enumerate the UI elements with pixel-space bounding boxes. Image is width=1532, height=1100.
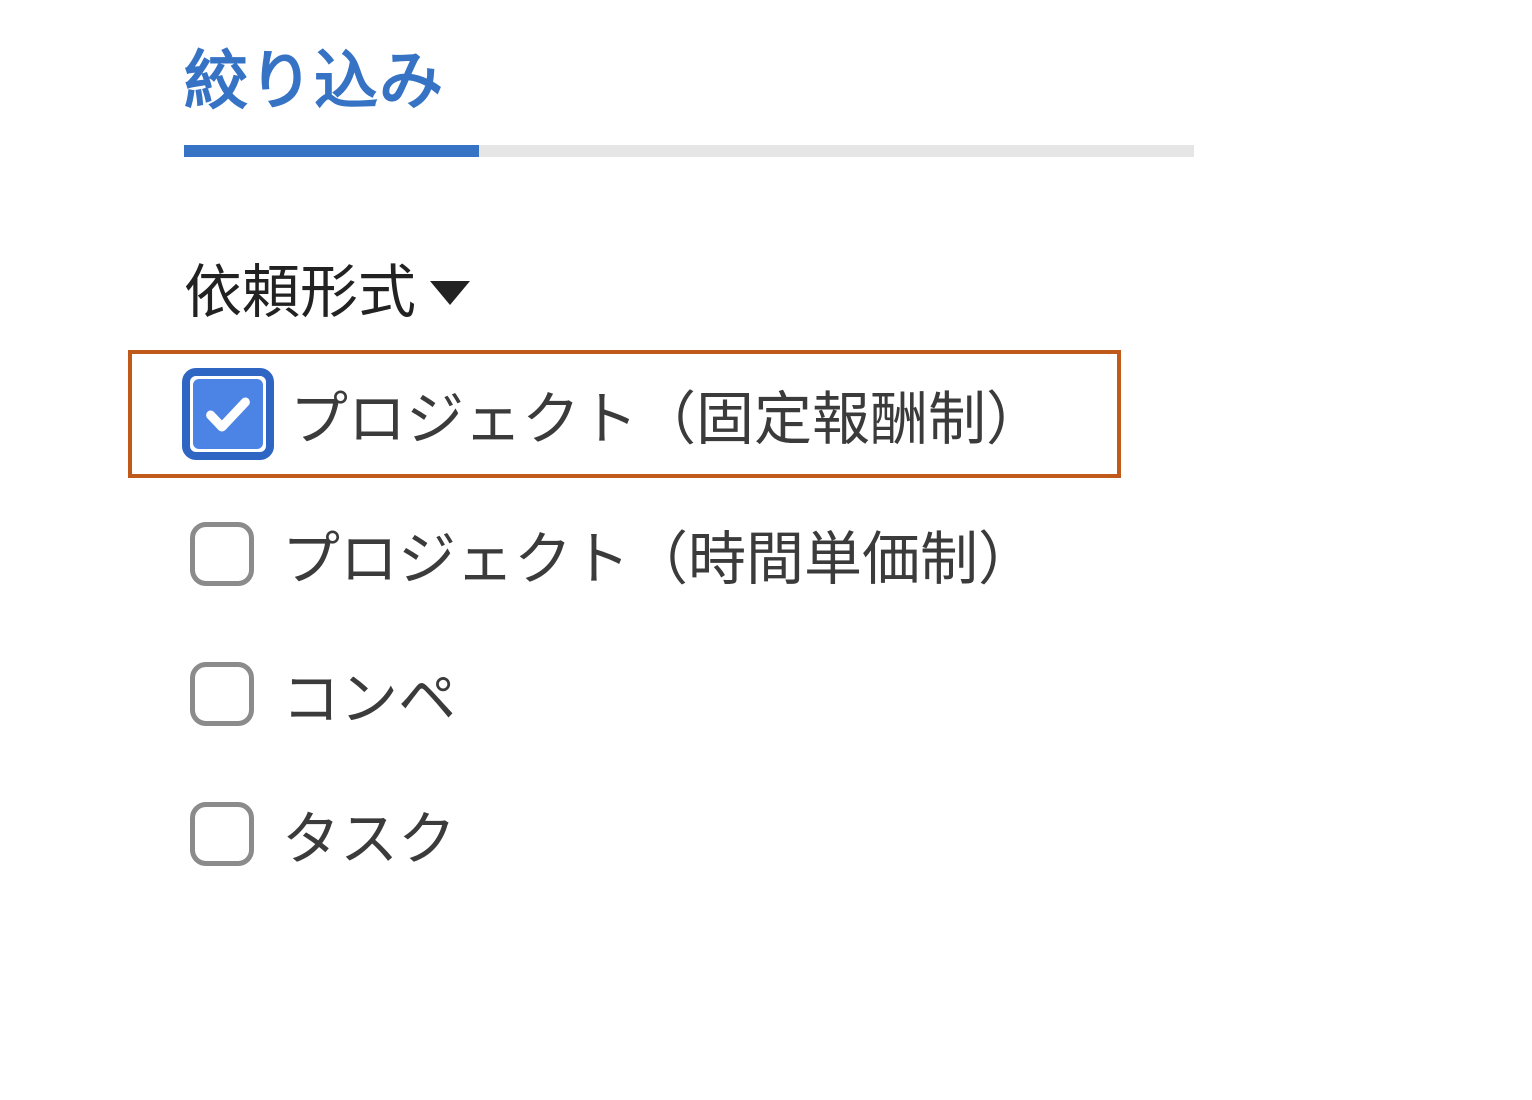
filter-option-project-hourly[interactable]: プロジェクト（時間単価制） [128,490,1121,618]
filter-option-label: コンペ [282,652,456,736]
filter-options-list: プロジェクト（固定報酬制） プロジェクト（時間単価制） コンペ タスク [128,350,1121,898]
filter-option-project-fixed[interactable]: プロジェクト（固定報酬制） [128,350,1121,478]
filter-section-header[interactable]: 依頼形式 [184,245,470,329]
tab-underline-active [184,145,479,157]
checkbox-unchecked[interactable] [190,522,254,586]
caret-down-icon [430,281,470,305]
checkbox-checked[interactable] [182,368,274,460]
check-icon [202,388,254,440]
filter-option-label: プロジェクト（時間単価制） [282,512,1036,596]
filter-option-label: プロジェクト（固定報酬制） [290,372,1044,456]
filter-panel: 絞り込み 依頼形式 プロジェクト（固定報酬制） プロジェクト（時間 [0,0,1532,1100]
filter-section-title: 依頼形式 [184,245,416,329]
tab-filter[interactable]: 絞り込み [184,30,444,122]
filter-option-label: タスク [282,792,456,876]
filter-option-task[interactable]: タスク [128,770,1121,898]
checkbox-unchecked[interactable] [190,662,254,726]
checkbox-unchecked[interactable] [190,802,254,866]
filter-option-compe[interactable]: コンペ [128,630,1121,758]
